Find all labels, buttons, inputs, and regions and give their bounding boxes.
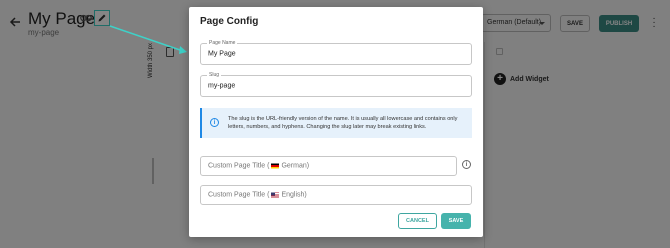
custom-title-german-placeholder: Custom Page Title ( German) [208,163,309,170]
custom-title-german-lang: German) [281,162,310,170]
slug-info-text: The slug is the URL-friendly version of … [228,116,458,130]
dialog-save-button[interactable]: SAVE [441,213,471,229]
custom-title-english-placeholder: Custom Page Title ( English) [208,192,307,199]
page-name-value: My Page [208,50,236,58]
custom-title-english-field[interactable]: Custom Page Title ( English) [200,185,472,205]
slug-info-alert: i The slug is the URL-friendly version o… [200,108,472,138]
german-flag-icon [271,163,280,169]
cancel-button[interactable]: CANCEL [398,213,437,229]
info-icon: i [210,118,219,127]
custom-title-english-lang: English) [281,191,307,199]
dialog-title: Page Config [200,16,259,27]
slug-field[interactable]: Slug my-page [200,72,472,97]
page-config-dialog: Page Config Page Name My Page Slug my-pa… [189,7,483,237]
custom-title-info-icon[interactable]: i [462,160,471,169]
page-name-label: Page Name [207,40,238,47]
page-name-field[interactable]: Page Name My Page [200,40,472,65]
custom-title-english-prefix: Custom Page Title ( [208,191,270,199]
slug-label: Slug [207,72,222,79]
us-flag-icon [271,192,280,198]
custom-title-german-field[interactable]: Custom Page Title ( German) [200,156,457,176]
custom-title-german-prefix: Custom Page Title ( [208,162,270,170]
slug-value: my-page [208,82,236,90]
